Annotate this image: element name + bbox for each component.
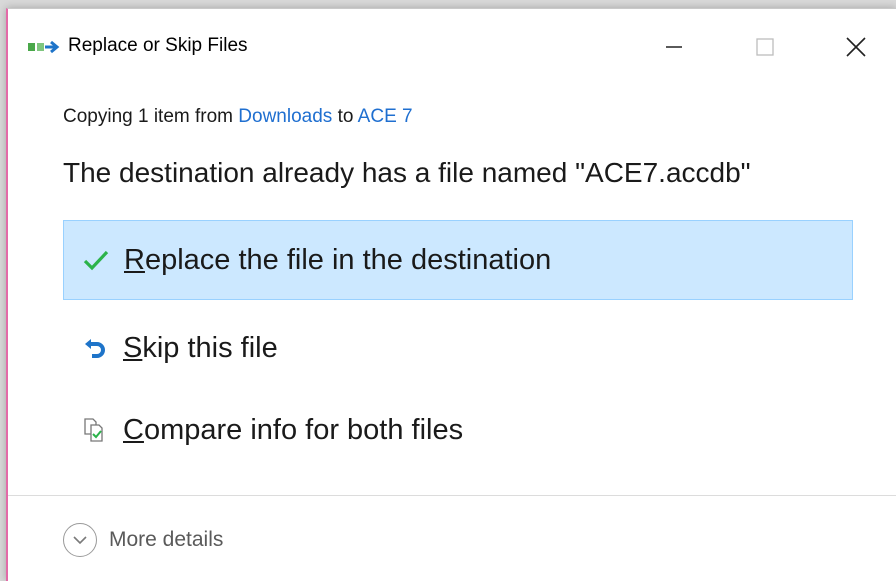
replace-or-skip-dialog: Replace or Skip Files Copying 1 item fro… (6, 8, 896, 581)
more-details-toggle[interactable]: More details (63, 523, 223, 557)
minimize-icon (666, 46, 682, 48)
copying-mid: to (337, 106, 354, 127)
close-icon (846, 37, 866, 57)
maximize-icon (756, 38, 774, 56)
replace-text: eplace the file in the destination (144, 243, 552, 276)
compare-files-icon (81, 416, 109, 444)
compare-files-label: Compare info for both files (123, 414, 463, 447)
more-details-label: More details (109, 528, 224, 551)
skip-arrow-icon (81, 334, 109, 362)
compare-text: ompare info for both files (143, 413, 464, 446)
copying-status: Copying 1 item from Downloads to ACE 7 (63, 106, 413, 128)
compare-files-option[interactable]: Compare info for both files (63, 390, 853, 470)
close-button[interactable] (828, 25, 884, 69)
conflict-headline: The destination already has a file named… (63, 157, 751, 188)
replace-file-label: Replace the file in the destination (124, 244, 551, 277)
skip-mnemonic: S (123, 331, 143, 364)
checkmark-icon (82, 246, 110, 274)
skip-file-label: Skip this file (123, 332, 278, 365)
source-link[interactable]: Downloads (238, 106, 332, 127)
minimize-button[interactable] (646, 25, 702, 69)
compare-mnemonic: C (123, 413, 144, 446)
footer-divider (8, 495, 896, 496)
replace-mnemonic: R (124, 243, 145, 276)
copying-prefix: Copying 1 item from (63, 106, 234, 127)
skip-text: kip this file (142, 331, 278, 364)
destination-link[interactable]: ACE 7 (358, 106, 413, 127)
title-bar[interactable]: Replace or Skip Files (8, 9, 896, 83)
window-title: Replace or Skip Files (68, 35, 248, 56)
chevron-down-icon (63, 523, 97, 557)
maximize-button[interactable] (737, 25, 793, 69)
skip-file-option[interactable]: Skip this file (63, 308, 853, 388)
file-transfer-icon (28, 40, 60, 54)
replace-file-option[interactable]: Replace the file in the destination (63, 220, 853, 300)
